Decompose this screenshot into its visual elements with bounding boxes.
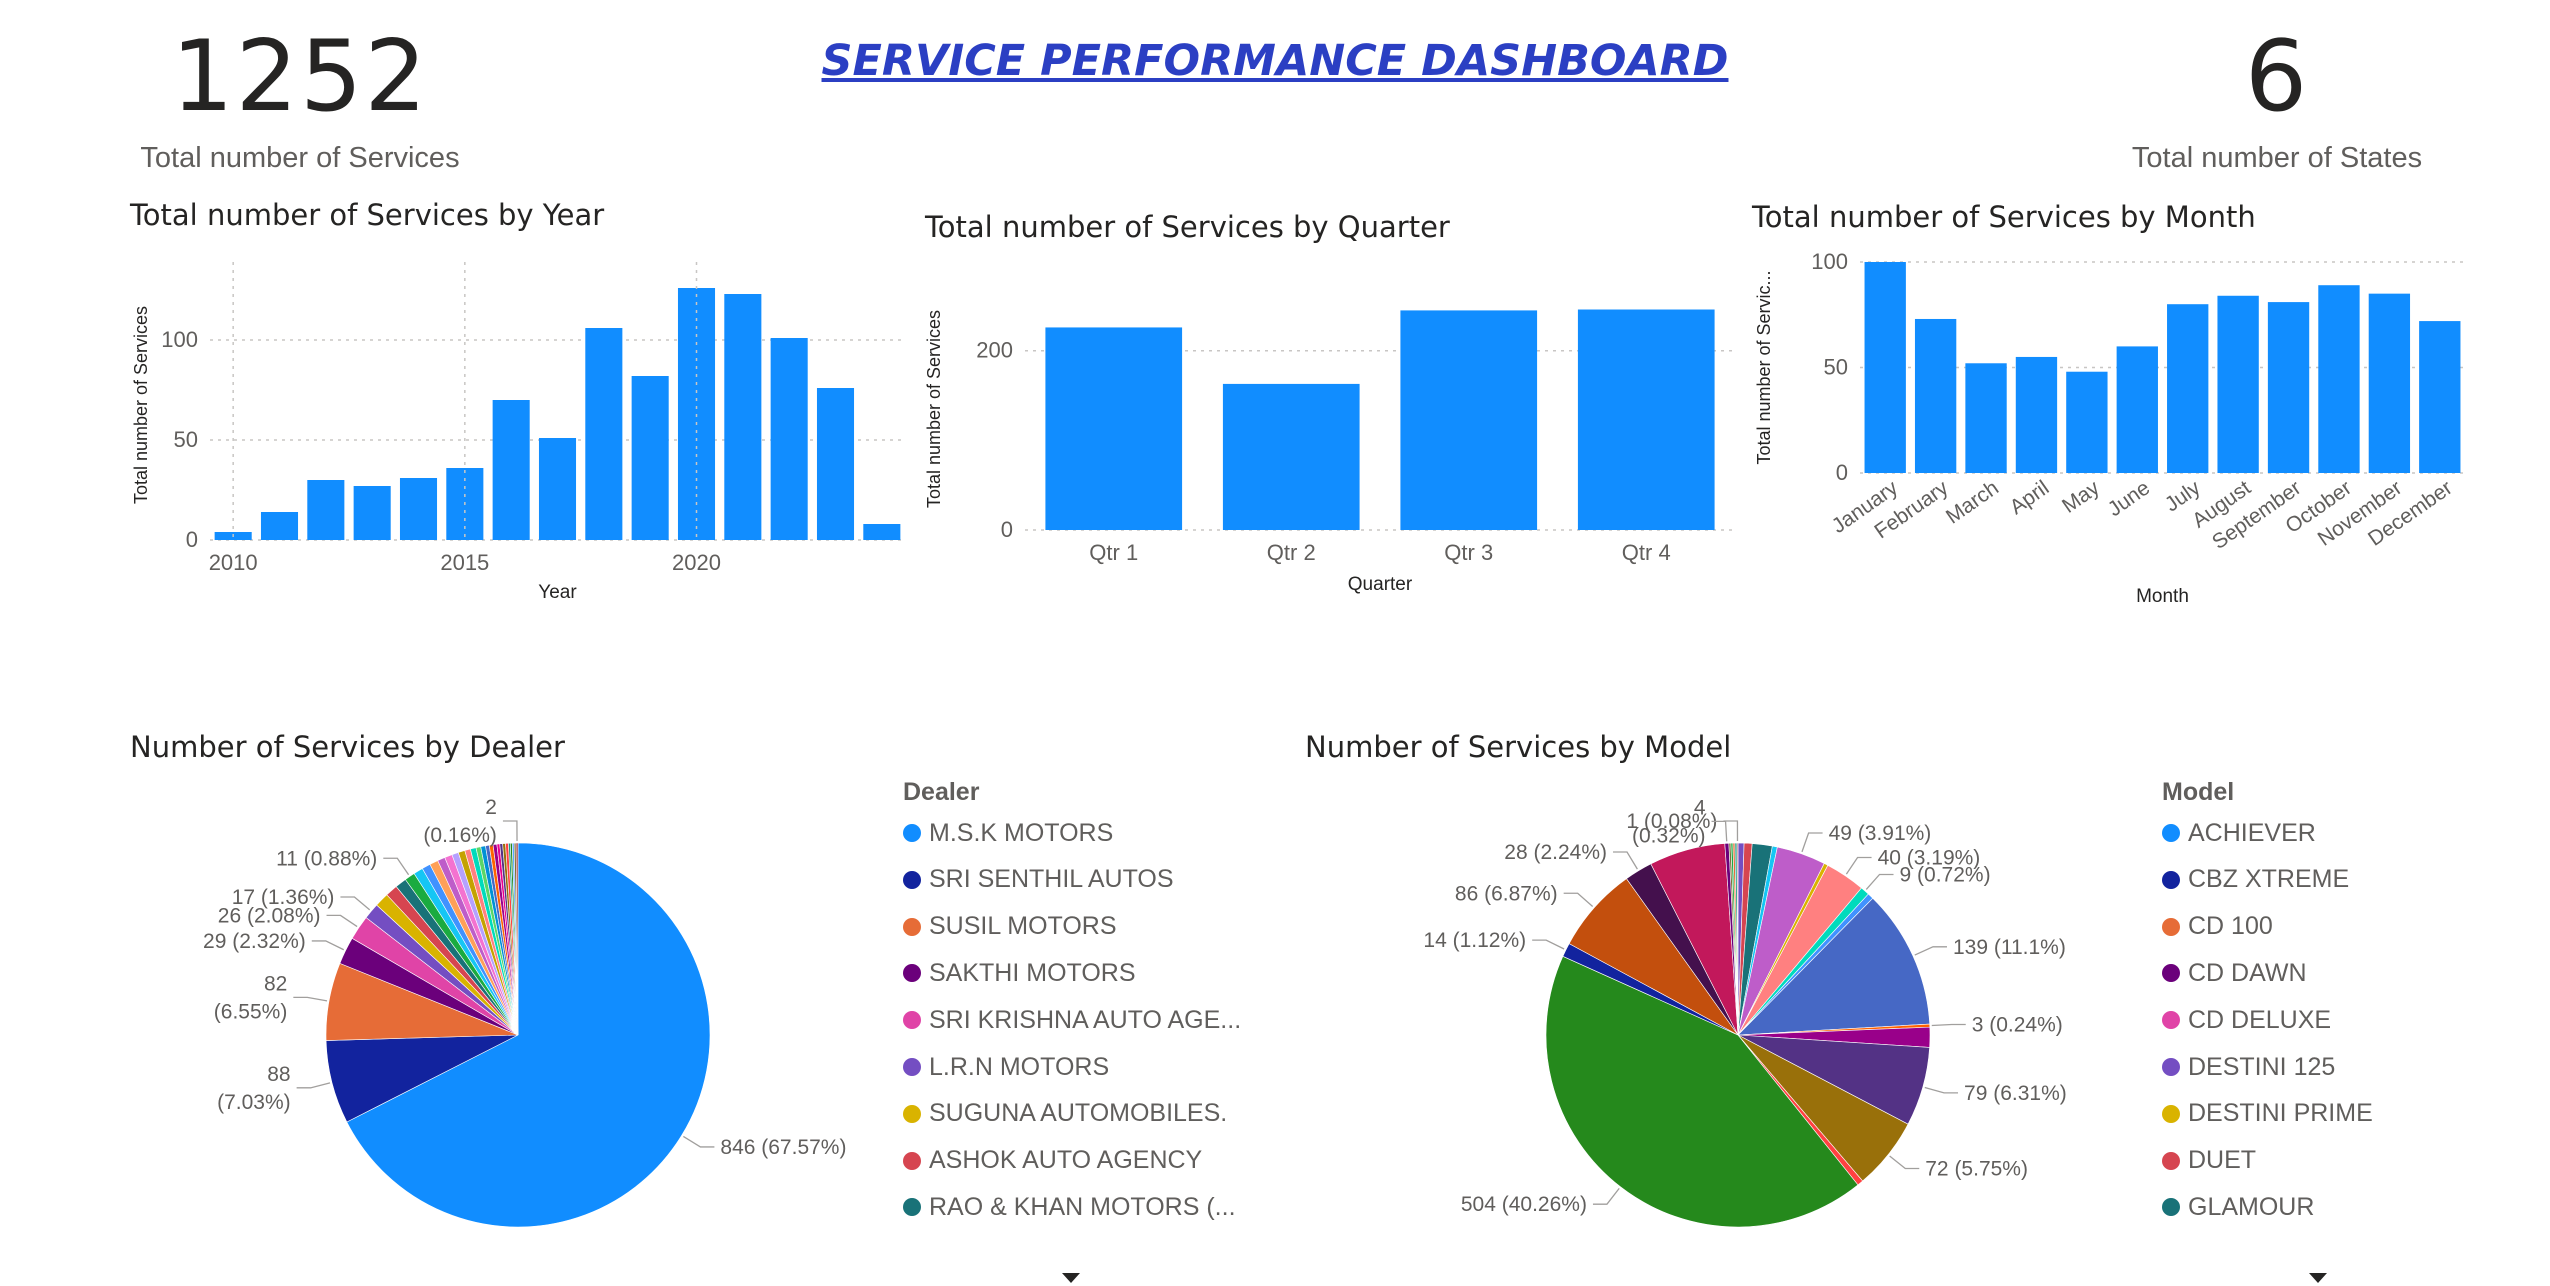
dealer-legend-scroll-down-icon[interactable] xyxy=(1062,1273,1080,1283)
legend-marker-icon xyxy=(903,917,921,936)
y-tick-label: 50 xyxy=(174,427,198,452)
dealer-legend-item[interactable]: ASHOK AUTO AGENCY xyxy=(903,1141,1202,1181)
dealer-legend-item[interactable]: M.S.K MOTORS xyxy=(903,813,1113,853)
legend-label: CD DAWN xyxy=(2188,958,2307,987)
legend-marker-icon xyxy=(2162,870,2180,889)
legend-marker-icon xyxy=(903,824,921,842)
y-axis-title: Total number of Services xyxy=(131,306,151,504)
legend-marker-icon xyxy=(903,1198,921,1217)
dealer-legend-title: Dealer xyxy=(903,778,980,806)
dealer-legend: Dealer M.S.K MOTORS SRI SENTHIL AUTOS SUSI… xyxy=(903,778,1263,1238)
legend-marker-icon xyxy=(2162,964,2180,983)
legend-marker-icon xyxy=(903,1104,921,1123)
x-tick-label: 2010 xyxy=(209,550,258,575)
x-tick-label: 2015 xyxy=(440,550,489,575)
bar[interactable] xyxy=(724,294,762,540)
dealer-legend-item[interactable]: SRI KRISHNA AUTO AGE... xyxy=(903,1000,1241,1040)
dealer-legend-item[interactable]: SUGUNA AUTOMOBILES. xyxy=(903,1094,1227,1134)
legend-marker-icon xyxy=(903,870,921,889)
model-legend-scroll-down-icon[interactable] xyxy=(2309,1273,2327,1283)
dealer-legend-item[interactable]: SUSIL MOTORS xyxy=(903,907,1117,947)
legend-marker-icon xyxy=(903,1151,921,1170)
legend-label: DUET xyxy=(2188,1146,2257,1175)
legend-label: RAO & KHAN MOTORS (... xyxy=(929,1192,1236,1221)
bar[interactable] xyxy=(816,388,855,540)
legend-marker-icon xyxy=(2162,1011,2180,1030)
bar[interactable] xyxy=(631,376,669,540)
legend-label: SRI KRISHNA AUTO AGE... xyxy=(929,1005,1242,1034)
legend-marker-icon xyxy=(903,1011,921,1030)
bar[interactable] xyxy=(307,480,345,540)
dealer-legend-item[interactable]: SAKTHI MOTORS xyxy=(903,953,1136,993)
legend-label: SUSIL MOTORS xyxy=(929,912,1117,941)
x-tick-label: 2020 xyxy=(672,550,721,575)
bar[interactable] xyxy=(538,438,577,540)
legend-label: ACHIEVER xyxy=(2188,818,2316,847)
model-legend-item[interactable]: CBZ XTREME xyxy=(2162,860,2349,900)
legend-marker-icon xyxy=(903,1058,921,1076)
legend-label: SUGUNA AUTOMOBILES. xyxy=(929,1099,1228,1128)
model-legend-item[interactable]: ACHIEVER xyxy=(2162,813,2316,853)
bar[interactable] xyxy=(353,486,391,540)
model-legend-item[interactable]: CD DELUXE xyxy=(2162,1000,2331,1040)
bar[interactable] xyxy=(260,512,299,540)
legend-label: ASHOK AUTO AGENCY xyxy=(929,1146,1203,1175)
legend-marker-icon xyxy=(903,964,921,983)
bar[interactable] xyxy=(863,524,901,540)
y-tick-label: 100 xyxy=(161,327,198,352)
model-legend-item[interactable]: CD 100 xyxy=(2162,907,2273,947)
dealer-legend-item[interactable]: SRI SENTHIL AUTOS xyxy=(903,860,1174,900)
legend-label: CD DELUXE xyxy=(2188,1005,2332,1034)
legend-label: GLAMOUR xyxy=(2188,1192,2315,1221)
legend-label: SRI SENTHIL AUTOS xyxy=(929,865,1174,894)
legend-marker-icon xyxy=(2162,1058,2180,1076)
model-legend-item[interactable]: CD DAWN xyxy=(2162,953,2307,993)
bar[interactable] xyxy=(492,400,530,540)
legend-label: DESTINI 125 xyxy=(2188,1052,2336,1081)
legend-label: DESTINI PRIME xyxy=(2188,1099,2373,1128)
x-axis-title: Year xyxy=(538,582,577,603)
model-legend-item[interactable]: DUET xyxy=(2162,1141,2256,1181)
bar[interactable] xyxy=(770,338,808,540)
legend-label: M.S.K MOTORS xyxy=(929,818,1114,847)
legend-label: L.R.N MOTORS xyxy=(929,1052,1110,1081)
model-legend-item[interactable]: GLAMOUR xyxy=(2162,1187,2314,1227)
legend-marker-icon xyxy=(2162,1104,2180,1123)
model-legend-title: Model xyxy=(2162,778,2235,806)
bar[interactable] xyxy=(399,478,438,540)
legend-label: SAKTHI MOTORS xyxy=(929,958,1136,987)
model-legend: Model ACHIEVER CBZ XTREME CD 100 CD DAWN CD … xyxy=(2162,778,2522,1238)
legend-marker-icon xyxy=(2162,1151,2180,1170)
legend-marker-icon xyxy=(2162,1198,2180,1217)
model-legend-item[interactable]: DESTINI 125 xyxy=(2162,1047,2335,1087)
dealer-legend-item[interactable]: L.R.N MOTORS xyxy=(903,1047,1109,1087)
model-legend-item[interactable]: DESTINI PRIME xyxy=(2162,1094,2373,1134)
bar[interactable] xyxy=(585,328,623,540)
dealer-legend-item[interactable]: RAO & KHAN MOTORS (... xyxy=(903,1187,1236,1227)
legend-label: CBZ XTREME xyxy=(2188,865,2350,894)
y-tick-label: 0 xyxy=(186,527,198,552)
legend-marker-icon xyxy=(2162,917,2180,936)
legend-marker-icon xyxy=(2162,824,2180,842)
legend-label: CD 100 xyxy=(2188,912,2273,941)
